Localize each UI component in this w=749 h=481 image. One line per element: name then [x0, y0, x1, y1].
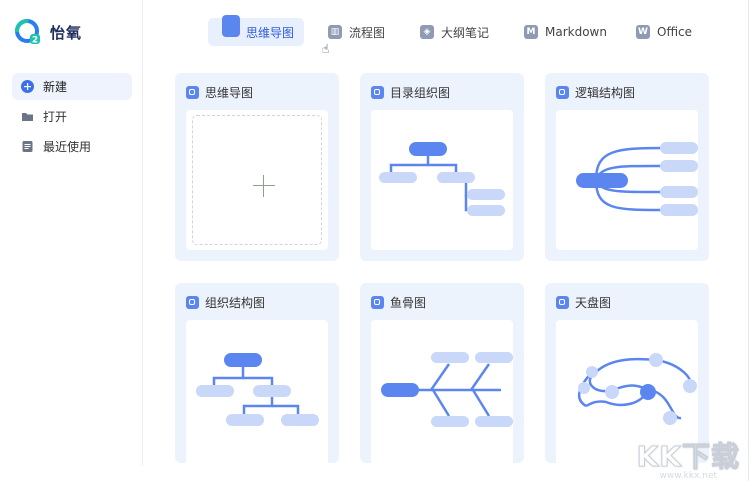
- orbit-node: [649, 353, 663, 367]
- orbit-node: [605, 385, 619, 399]
- flowchart-icon: ▥: [328, 25, 342, 39]
- folder-icon: [22, 113, 33, 121]
- root-node: [576, 173, 628, 188]
- orbit-node: [586, 366, 598, 378]
- sidebar-item-label: 最近使用: [43, 140, 92, 154]
- sidebar-item-label: 新建: [43, 80, 68, 94]
- template-card-org[interactable]: 组织结构图: [175, 283, 339, 470]
- template-icon: [371, 86, 384, 99]
- child-node: [196, 385, 234, 397]
- card-title: 目录组织图: [390, 86, 451, 100]
- child-node: [660, 204, 698, 216]
- app-logo: 2 怡氧: [14, 18, 82, 46]
- office-icon: W: [636, 25, 650, 39]
- card-preview: [371, 320, 513, 470]
- sidebar-item-open[interactable]: 打开: [12, 103, 132, 130]
- template-card-fishbone[interactable]: 鱼骨图: [360, 283, 524, 470]
- head-node: [381, 383, 419, 397]
- tab-office[interactable]: W Office: [636, 18, 692, 46]
- sidebar-item-recent[interactable]: 最近使用: [12, 133, 132, 160]
- tab-label: Markdown: [545, 25, 607, 39]
- card-title: 思维导图: [205, 86, 254, 100]
- root-node: [224, 353, 262, 367]
- template-icon: [186, 296, 199, 309]
- child-node: [253, 385, 291, 397]
- app-window: 2 怡氧 新建 打开 最近使用 思维导图 ▥ 流程图 ◈ 大纲笔记 M Mark…: [0, 0, 749, 481]
- card-header: 目录组织图: [371, 84, 450, 101]
- card-preview: [186, 110, 328, 250]
- child-node: [467, 205, 505, 216]
- bone-node: [431, 352, 469, 363]
- template-icon: [371, 296, 384, 309]
- template-icon: [556, 296, 569, 309]
- directory-diagram-preview: [379, 142, 505, 216]
- tab-label: 思维导图: [246, 25, 295, 40]
- tab-label: Office: [657, 25, 693, 39]
- plus-circle-icon: [21, 80, 34, 93]
- sidebar-item-new[interactable]: 新建: [12, 73, 132, 100]
- card-preview: [186, 320, 328, 470]
- card-header: 天盘图: [556, 294, 611, 311]
- tab-flowchart[interactable]: ▥ 流程图: [328, 18, 385, 46]
- child-node: [467, 189, 505, 200]
- child-node: [226, 414, 264, 426]
- template-card-mindmap[interactable]: 思维导图: [175, 73, 339, 261]
- child-node: [660, 160, 698, 172]
- tab-outline[interactable]: ◈ 大纲笔记: [420, 18, 489, 46]
- outline-icon: ◈: [420, 25, 434, 39]
- card-title: 组织结构图: [205, 296, 266, 310]
- center-node: [640, 384, 656, 400]
- bone-node: [475, 352, 513, 363]
- tab-label: 流程图: [349, 25, 386, 40]
- card-title: 天盘图: [575, 296, 612, 310]
- tab-markdown[interactable]: M Markdown: [524, 18, 607, 46]
- org-diagram-preview: [196, 353, 319, 426]
- document-icon: [22, 141, 33, 152]
- template-card-logic[interactable]: 逻辑结构图: [545, 73, 709, 261]
- bone-node: [431, 416, 469, 427]
- card-preview: [371, 110, 513, 250]
- svg-text:2: 2: [32, 36, 38, 46]
- template-icon: [556, 86, 569, 99]
- fishbone-diagram-preview: [381, 352, 513, 427]
- child-node: [281, 414, 319, 426]
- sidebar-nav: 新建 打开 最近使用: [12, 73, 132, 163]
- child-node: [660, 142, 698, 154]
- tab-mindmap[interactable]: 思维导图: [208, 15, 305, 46]
- blank-template-box: [192, 115, 322, 245]
- orbit-node: [663, 411, 677, 425]
- card-header: 组织结构图: [186, 294, 265, 311]
- child-node: [660, 186, 698, 198]
- mouse-cursor-icon: ☝: [322, 42, 330, 56]
- template-icon: [186, 86, 199, 99]
- template-card-directory[interactable]: 目录组织图: [360, 73, 524, 261]
- app-name: 怡氧: [50, 23, 83, 42]
- sidebar: 2 怡氧 新建 打开 最近使用: [0, 0, 143, 465]
- child-node: [437, 172, 475, 183]
- plus-icon: [253, 175, 275, 197]
- card-preview: [556, 110, 698, 250]
- card-title: 鱼骨图: [390, 296, 427, 310]
- logo-icon: 2: [15, 19, 40, 46]
- markdown-icon: M: [524, 25, 538, 39]
- sidebar-item-label: 打开: [43, 110, 68, 124]
- mindmap-icon: [222, 15, 240, 37]
- orbit-node: [683, 379, 697, 393]
- card-title: 逻辑结构图: [575, 86, 636, 100]
- watermark-logo: KK下载: [636, 440, 740, 474]
- tab-label: 大纲笔记: [441, 25, 490, 40]
- logic-diagram-preview: [576, 142, 698, 216]
- child-node: [379, 172, 417, 183]
- orbit-node: [578, 382, 590, 394]
- root-node: [409, 142, 447, 156]
- bone-node: [475, 416, 513, 427]
- card-header: 逻辑结构图: [556, 84, 635, 101]
- card-header: 鱼骨图: [371, 294, 426, 311]
- watermark: KK下载 www.kkx.net: [636, 435, 740, 481]
- card-header: 思维导图: [186, 84, 253, 101]
